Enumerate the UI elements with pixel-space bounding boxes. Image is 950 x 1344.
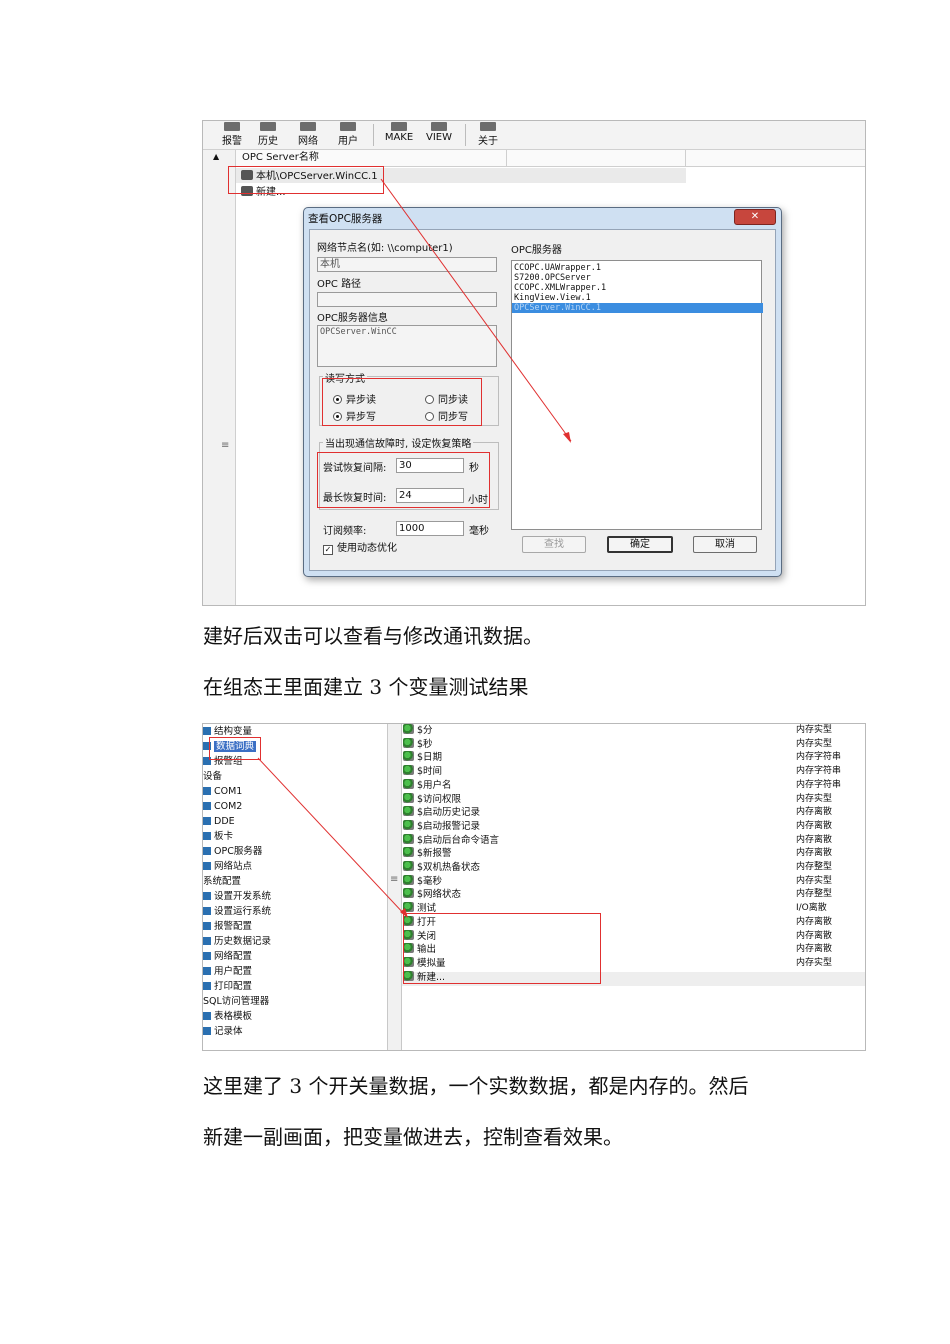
annotation-arrow-line [257,757,407,917]
paragraph-4: 新建一副画面，把变量做进去，控制查看效果。 [203,1125,623,1149]
annotation-arrow-head [400,908,408,918]
annotation-arrow-line [380,178,572,442]
paragraph-3: 这里建了 3 个开关量数据，一个实数数据，都是内存的。然后 [203,1074,749,1098]
annotation-arrow-head [563,432,571,443]
opc-server-screenshot: 报警 历史 网络 用户 MAKE VIEW 关于 ▲ ≡ OPC Server名… [202,120,866,606]
paragraph-1: 建好后双击可以查看与修改通讯数据。 [203,624,543,648]
paragraph-2: 在组态王里面建立 3 个变量测试结果 [203,675,529,699]
annotation-arrow [380,178,572,443]
annotation-arrow-2 [257,757,408,918]
kingview-data-dictionary-screenshot: 结构变量 数据词典 报警组 设备 COM1 COM2 DDE 板卡 OPC服务器… [202,723,866,1051]
